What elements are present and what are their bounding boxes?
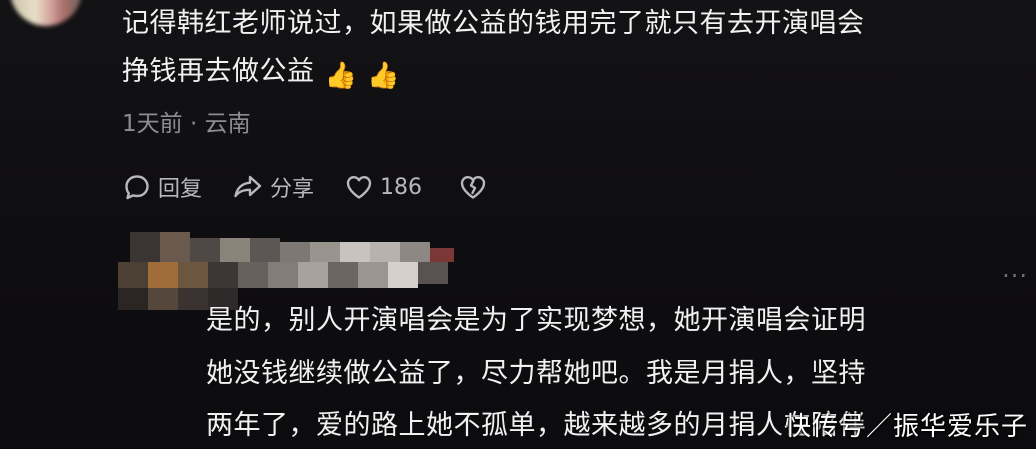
heart-icon — [344, 172, 380, 202]
reply-author-mosaic — [110, 224, 470, 310]
dislike-button[interactable] — [458, 172, 494, 202]
comment-text-line-2: 挣钱再去做公益 👍 👍 — [122, 51, 1022, 97]
comment-actions: 回复 分享 186 — [122, 169, 524, 205]
share-arrow-icon — [232, 172, 270, 202]
reply-button[interactable]: 回复 — [122, 171, 202, 203]
thumbs-up-emoji-2: 👍 — [367, 61, 401, 91]
share-label: 分享 — [270, 177, 315, 202]
like-button[interactable]: 186 — [344, 172, 422, 202]
reply-text-line-1: 是的，别人开演唱会是为了实现梦想，她开演唱会证明 — [206, 305, 866, 336]
comment-meta: 1天前 · 云南 — [122, 111, 251, 137]
comment-text-line-2-text: 挣钱再去做公益 — [122, 56, 315, 87]
broken-heart-icon — [458, 172, 494, 202]
comment-bubble-icon — [122, 172, 158, 202]
more-options-icon[interactable]: ··· — [1002, 262, 1028, 290]
reply-label: 回复 — [158, 177, 203, 202]
like-count: 186 — [380, 174, 423, 200]
reply-text-line-2: 她没钱继续做公益了，尽力帮她吧。我是月捐人，坚持 — [206, 358, 866, 389]
watermark: 快传号／振华爱乐子 — [784, 412, 1028, 442]
share-button[interactable]: 分享 — [232, 171, 314, 203]
comment-text-line-1: 记得韩红老师说过，如果做公益的钱用完了就只有去开演唱会 — [122, 8, 865, 39]
thumbs-up-emoji-1: 👍 — [324, 61, 358, 91]
comment-thread: 记得韩红老师说过，如果做公益的钱用完了就只有去开演唱会 挣钱再去做公益 👍 👍 1天… — [0, 0, 1036, 449]
commenter-avatar[interactable] — [10, 0, 82, 26]
